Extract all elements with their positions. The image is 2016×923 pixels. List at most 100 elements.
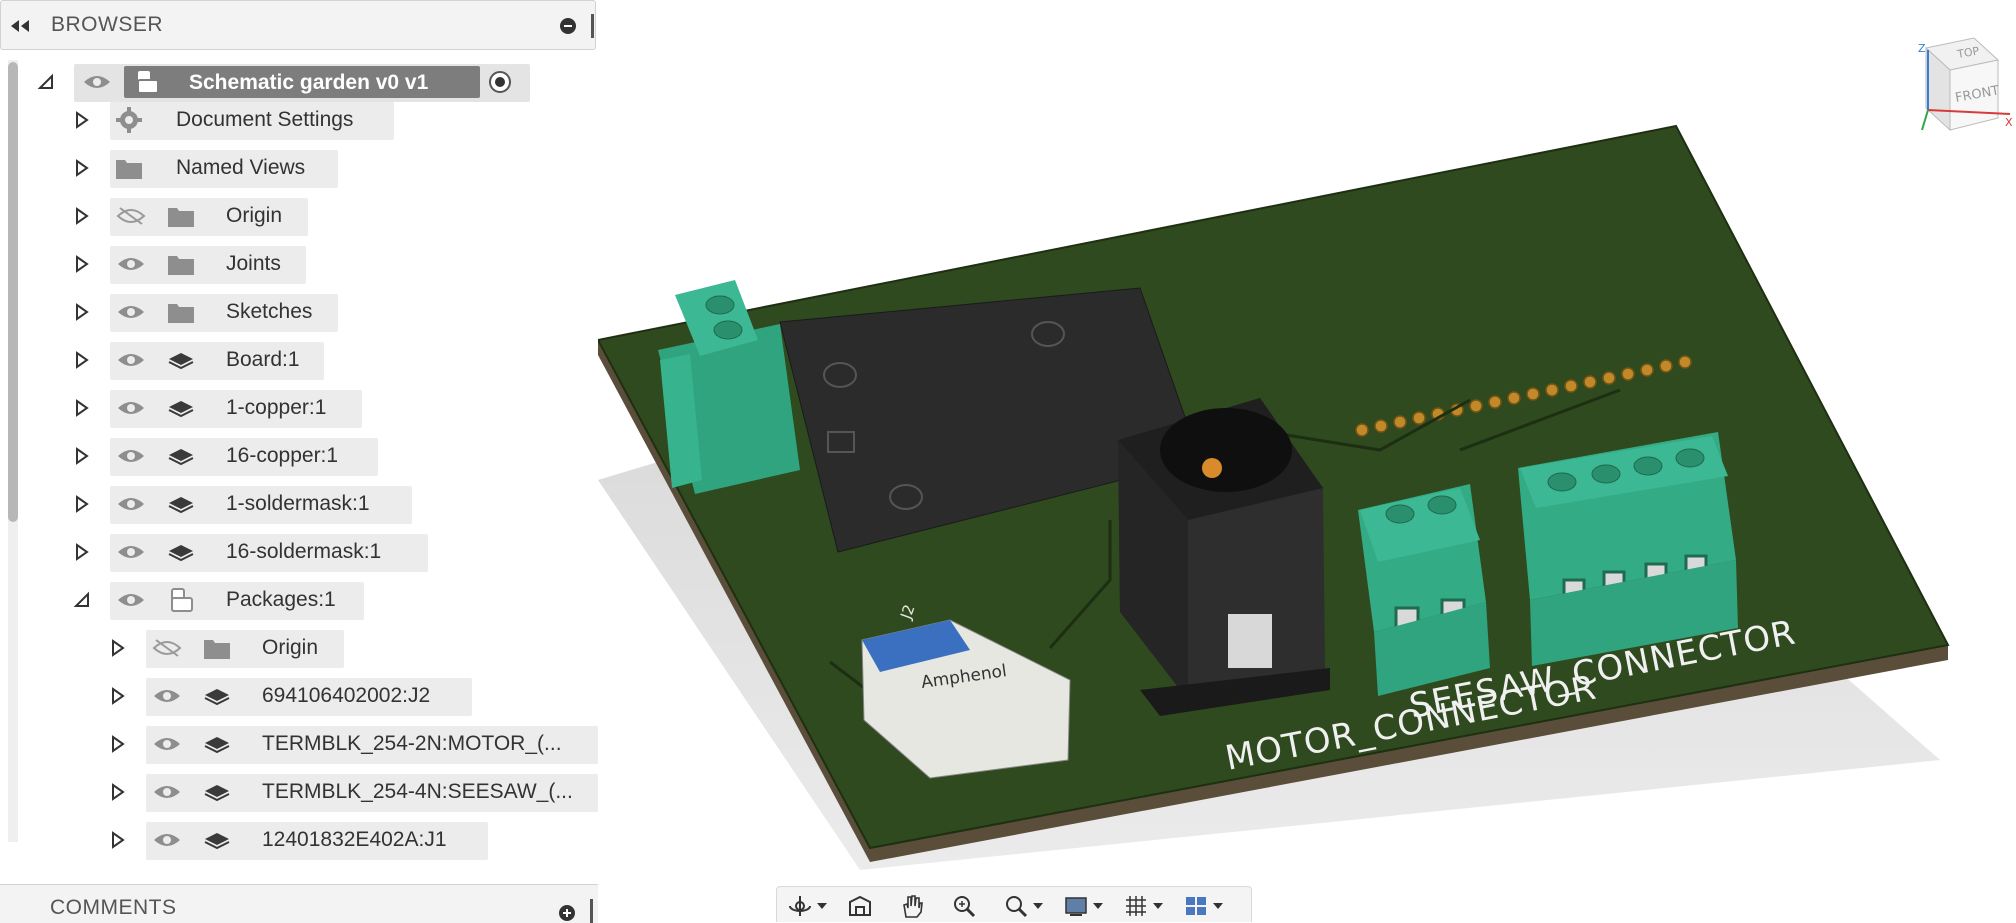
tree-item-origin[interactable]: Origin [0, 196, 598, 236]
tree-item-label: 16-soldermask:1 [226, 540, 382, 563]
canvas-viewport[interactable]: Amphenol J2 MOTOR_CONNECTOR SEESAW_CONNE… [598, 0, 2016, 922]
expand-triangle-icon[interactable] [72, 350, 92, 370]
collapse-triangle-icon[interactable] [72, 590, 92, 610]
body-icon [168, 497, 194, 514]
gear-icon [116, 107, 142, 133]
viewports-dropdown-caret[interactable] [1213, 903, 1223, 909]
view-cube[interactable]: TOP FRONT Z X [1906, 30, 2014, 138]
tree-item-label: TERMBLK_254-2N:MOTOR_(... [262, 732, 562, 755]
body-icon [168, 545, 194, 562]
visibility-hidden-eye-icon[interactable] [116, 206, 146, 226]
expand-triangle-icon[interactable] [72, 446, 92, 466]
pan-hand-icon[interactable] [899, 893, 925, 919]
folder-icon [116, 160, 142, 179]
expand-triangle-icon[interactable] [108, 734, 128, 754]
expand-triangle-icon[interactable] [72, 206, 92, 226]
visibility-eye-icon[interactable] [152, 686, 182, 706]
expand-triangle-icon[interactable] [108, 782, 128, 802]
collapse-triangle-icon[interactable] [36, 72, 56, 92]
tree-item-packages[interactable]: Packages:1 [0, 580, 598, 620]
expand-triangle-icon[interactable] [72, 254, 92, 274]
viewcube-z-label: Z [1918, 42, 1926, 55]
panel-grip-handle[interactable] [591, 14, 594, 38]
browser-header: BROWSER [0, 0, 596, 50]
visibility-eye-icon[interactable] [116, 542, 146, 562]
folder-icon [204, 640, 230, 659]
tree-item-1-soldermask[interactable]: 1-soldermask:1 [0, 484, 598, 524]
expand-triangle-icon[interactable] [108, 830, 128, 850]
tree-root-row[interactable]: Schematic garden v0 v1 [0, 62, 598, 102]
collapse-panel-icon[interactable] [9, 18, 31, 34]
navigation-toolbar [776, 886, 1252, 922]
tree-item-label: TERMBLK_254-4N:SEESAW_(... [262, 780, 573, 803]
display-dropdown-caret[interactable] [1093, 903, 1103, 909]
tree-item-joints[interactable]: Joints [0, 244, 598, 284]
visibility-eye-icon[interactable] [116, 254, 146, 274]
tree-item-label: 12401832E402A:J1 [262, 828, 447, 851]
expand-triangle-icon[interactable] [108, 638, 128, 658]
activate-radio-icon[interactable] [488, 70, 512, 94]
visibility-eye-icon[interactable] [152, 734, 182, 754]
body-icon [168, 449, 194, 466]
tree-item-j1[interactable]: 12401832E402A:J1 [0, 820, 598, 860]
tree-item-board[interactable]: Board:1 [0, 340, 598, 380]
look-at-icon[interactable] [847, 893, 873, 919]
visibility-eye-icon[interactable] [82, 72, 112, 92]
visibility-eye-icon[interactable] [116, 446, 146, 466]
body-icon [204, 785, 230, 802]
body-icon [204, 737, 230, 754]
add-comment-button[interactable] [559, 905, 575, 921]
tree-item-packages-origin[interactable]: Origin [0, 628, 598, 668]
zoom-icon[interactable] [951, 893, 977, 919]
tree-item-label: Document Settings [176, 108, 354, 131]
visibility-hidden-eye-icon[interactable] [152, 638, 182, 658]
visibility-eye-icon[interactable] [152, 782, 182, 802]
tree-item-label: 1-copper:1 [226, 396, 327, 419]
tree-item-document-settings[interactable]: Document Settings [0, 100, 598, 140]
pcb-3d-model[interactable]: Amphenol J2 MOTOR_CONNECTOR SEESAW_CONNE… [598, 0, 2016, 922]
visibility-eye-icon[interactable] [116, 494, 146, 514]
tree-item-16-copper[interactable]: 16-copper:1 [0, 436, 598, 476]
visibility-eye-icon[interactable] [116, 398, 146, 418]
tree-item-label: Origin [226, 204, 283, 227]
folder-icon [168, 304, 194, 323]
visibility-eye-icon[interactable] [116, 302, 146, 322]
expand-triangle-icon[interactable] [72, 494, 92, 514]
fit-zoom-icon[interactable] [1003, 893, 1029, 919]
orbit-dropdown-caret[interactable] [817, 903, 827, 909]
tree-item-16-soldermask[interactable]: 16-soldermask:1 [0, 532, 598, 572]
tree-item-label: 1-soldermask:1 [226, 492, 370, 515]
visibility-eye-icon[interactable] [152, 830, 182, 850]
grid-dropdown-caret[interactable] [1153, 903, 1163, 909]
display-settings-icon[interactable] [1063, 893, 1089, 919]
tree-item-sketches[interactable]: Sketches [0, 292, 598, 332]
tree-item-label: Named Views [176, 156, 306, 179]
tree-item-label: 694106402002:J2 [262, 684, 431, 707]
root-component-name[interactable]: Schematic garden v0 v1 [124, 66, 480, 98]
orbit-icon[interactable] [787, 893, 813, 919]
tree-item-termblk-seesaw[interactable]: TERMBLK_254-4N:SEESAW_(... [0, 772, 598, 812]
expand-triangle-icon[interactable] [108, 686, 128, 706]
expand-triangle-icon[interactable] [72, 398, 92, 418]
tree-item-label: Joints [226, 252, 281, 275]
expand-triangle-icon[interactable] [72, 302, 92, 322]
collapse-all-button[interactable] [560, 18, 576, 34]
tree-item-label: Sketches [226, 300, 313, 323]
visibility-eye-icon[interactable] [116, 590, 146, 610]
zoom-dropdown-caret[interactable] [1033, 903, 1043, 909]
expand-triangle-icon[interactable] [72, 110, 92, 130]
comments-panel-header[interactable]: COMMENTS [0, 884, 598, 923]
tree-item-1-copper[interactable]: 1-copper:1 [0, 388, 598, 428]
expand-triangle-icon[interactable] [72, 158, 92, 178]
viewports-icon[interactable] [1183, 893, 1209, 919]
tree-item-j2[interactable]: 694106402002:J2 [0, 676, 598, 716]
panel-grip-handle[interactable] [590, 899, 593, 923]
grid-snap-icon[interactable] [1123, 893, 1149, 919]
expand-triangle-icon[interactable] [72, 542, 92, 562]
visibility-eye-icon[interactable] [116, 350, 146, 370]
component-icon [137, 71, 159, 94]
tree-item-named-views[interactable]: Named Views [0, 148, 598, 188]
body-icon [204, 689, 230, 706]
tree-item-termblk-motor[interactable]: TERMBLK_254-2N:MOTOR_(... [0, 724, 598, 764]
folder-icon [168, 256, 194, 275]
